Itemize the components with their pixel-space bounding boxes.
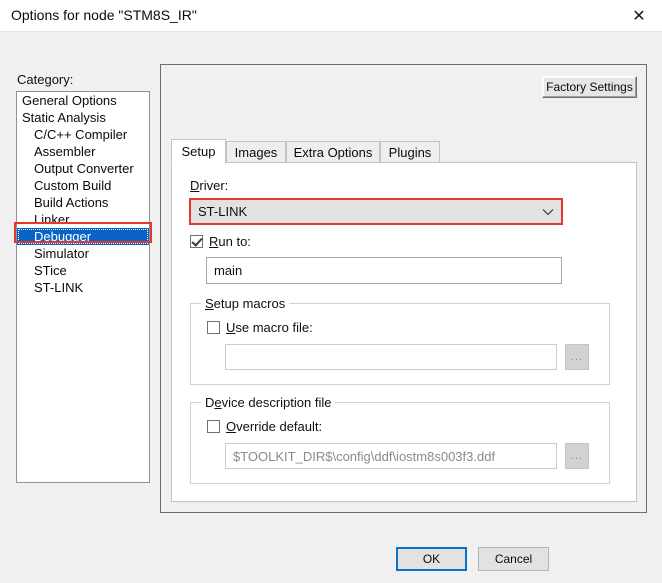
driver-label: Driver: — [190, 178, 229, 193]
category-item-stice[interactable]: STice — [17, 262, 149, 279]
close-button[interactable]: ✕ — [616, 0, 662, 31]
device-description-browse-button[interactable]: ... — [565, 443, 589, 469]
category-list[interactable]: General Options Static Analysis C/C++ Co… — [16, 91, 150, 483]
category-item-general-options[interactable]: General Options — [17, 92, 149, 109]
category-item-simulator[interactable]: Simulator — [17, 245, 149, 262]
category-item-assembler[interactable]: Assembler — [17, 143, 149, 160]
run-to-checkbox[interactable] — [190, 235, 203, 248]
category-label: Category: — [17, 72, 74, 87]
macro-file-browse-button[interactable]: ... — [565, 344, 589, 370]
category-item-static-analysis[interactable]: Static Analysis — [17, 109, 149, 126]
close-icon: ✕ — [632, 5, 646, 25]
category-item-custom-build[interactable]: Custom Build — [17, 177, 149, 194]
factory-settings-button[interactable]: Factory Settings — [542, 76, 637, 98]
title-bar: Options for node "STM8S_IR" ✕ — [0, 0, 662, 32]
category-item-debugger[interactable]: Debugger — [17, 228, 149, 245]
macro-file-input[interactable] — [225, 344, 557, 370]
device-description-group: Device description file Override default… — [190, 395, 610, 484]
setup-macros-title: Setup macros — [201, 296, 290, 311]
options-panel: Factory Settings Setup Images Extra Opti… — [160, 64, 647, 513]
run-to-label: Run to: — [209, 234, 251, 249]
tab-images[interactable]: Images — [226, 141, 286, 163]
ok-button[interactable]: OK — [396, 547, 467, 571]
run-to-checkbox-row[interactable]: Run to: — [190, 234, 251, 249]
cancel-button[interactable]: Cancel — [478, 547, 549, 571]
tab-strip: Setup Images Extra Options Plugins — [171, 139, 637, 164]
override-default-checkbox[interactable] — [207, 420, 220, 433]
category-item-linker[interactable]: Linker — [17, 211, 149, 228]
chevron-down-icon — [535, 208, 561, 216]
category-item-build-actions[interactable]: Build Actions — [17, 194, 149, 211]
use-macro-file-checkbox-row[interactable]: Use macro file: — [207, 320, 313, 335]
window-title: Options for node "STM8S_IR" — [11, 7, 197, 23]
setup-tab-panel: Driver: ST-LINK Run to: main Setup macro… — [171, 162, 637, 502]
setup-macros-group: Setup macros Use macro file: ... — [190, 296, 610, 385]
run-to-input[interactable]: main — [206, 257, 562, 284]
use-macro-file-label: Use macro file: — [226, 320, 313, 335]
category-item-output-converter[interactable]: Output Converter — [17, 160, 149, 177]
category-item-c-cpp-compiler[interactable]: C/C++ Compiler — [17, 126, 149, 143]
device-description-title: Device description file — [201, 395, 336, 410]
tab-extra-options[interactable]: Extra Options — [286, 141, 380, 163]
use-macro-file-checkbox[interactable] — [207, 321, 220, 334]
category-item-st-link[interactable]: ST-LINK — [17, 279, 149, 296]
device-description-path-input[interactable]: $TOOLKIT_DIR$\config\ddf\iostm8s003f3.dd… — [225, 443, 557, 469]
tab-plugins[interactable]: Plugins — [380, 141, 440, 163]
override-default-label: Override default: — [226, 419, 323, 434]
driver-selected-value: ST-LINK — [198, 204, 248, 219]
tab-setup[interactable]: Setup — [171, 139, 226, 164]
options-dialog: Options for node "STM8S_IR" ✕ Category: … — [0, 0, 662, 583]
override-default-checkbox-row[interactable]: Override default: — [207, 419, 322, 434]
driver-dropdown[interactable]: ST-LINK — [190, 199, 562, 224]
